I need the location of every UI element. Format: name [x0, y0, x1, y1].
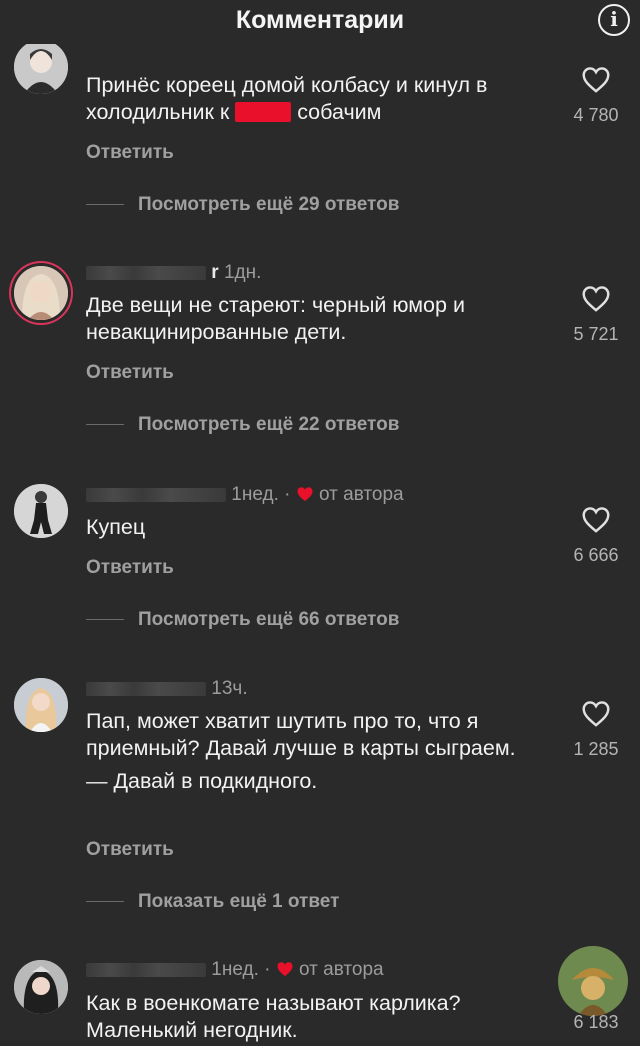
- like-button[interactable]: 1 285: [566, 700, 626, 760]
- avatar[interactable]: [14, 678, 68, 732]
- like-count: 1 285: [573, 739, 619, 759]
- reply-button[interactable]: Ответить: [86, 362, 174, 384]
- divider: [86, 204, 124, 206]
- reply-button[interactable]: Ответить: [86, 557, 174, 579]
- timestamp: 13ч.: [211, 678, 248, 699]
- comment-meta: 1нед. · от автора: [86, 484, 404, 506]
- author-liked-label: от автора: [299, 959, 384, 980]
- comment-meta: 1нед. · от автора: [86, 959, 384, 981]
- heart-filled-icon: [297, 487, 313, 502]
- comment-meta: 13ч.: [86, 678, 248, 700]
- timestamp: 1нед. ·: [211, 959, 271, 980]
- like-button[interactable]: 5 721: [566, 285, 626, 345]
- heart-outline-icon[interactable]: [581, 66, 611, 93]
- comment-text: Как в военкомате называют карлика? Мален…: [86, 991, 461, 1042]
- post-author-avatar[interactable]: [558, 946, 628, 1016]
- divider: [86, 424, 124, 426]
- comment-text: Пап, может хватит шутить про то, что я п…: [86, 709, 516, 793]
- timestamp: 1нед. ·: [231, 484, 291, 505]
- view-replies-button[interactable]: Посмотреть ещё 22 ответов: [86, 414, 399, 436]
- comment-text: Две вещи не стареют: черный юмор и невак…: [86, 293, 465, 344]
- username[interactable]: [86, 681, 206, 696]
- username[interactable]: [86, 962, 206, 977]
- like-count: 4 780: [573, 105, 619, 125]
- like-count: 5 721: [573, 324, 619, 344]
- reply-button[interactable]: Ответить: [86, 142, 174, 164]
- heart-outline-icon[interactable]: [581, 506, 611, 533]
- avatar[interactable]: [14, 960, 68, 1014]
- author-liked-label: от автора: [319, 484, 404, 505]
- like-button[interactable]: 4 780: [566, 66, 626, 126]
- avatar[interactable]: [14, 266, 68, 320]
- view-replies-button[interactable]: Показать ещё 1 ответ: [86, 891, 339, 913]
- info-icon[interactable]: i: [598, 4, 630, 36]
- redaction-mark: [235, 102, 292, 122]
- header: Комментарии i: [0, 0, 640, 44]
- heart-outline-icon[interactable]: [581, 700, 611, 727]
- comment-text: Купец: [86, 515, 146, 539]
- like-count: 6 183: [573, 1012, 619, 1032]
- heart-outline-icon[interactable]: [581, 285, 611, 312]
- divider: [86, 619, 124, 621]
- like-button[interactable]: 6 666: [566, 506, 626, 566]
- view-replies-button[interactable]: Посмотреть ещё 29 ответов: [86, 194, 399, 216]
- like-button[interactable]: 6 183: [566, 1012, 626, 1033]
- comment-meta: r 1дн.: [86, 262, 261, 284]
- view-replies-button[interactable]: Посмотреть ещё 66 ответов: [86, 609, 399, 631]
- reply-button[interactable]: Ответить: [86, 839, 174, 861]
- like-count: 6 666: [573, 545, 619, 565]
- heart-filled-icon: [277, 962, 293, 977]
- divider: [86, 901, 124, 903]
- comments-screen: Комментарии i Принёс кореец домой колбас…: [0, 0, 640, 1046]
- username[interactable]: [86, 487, 226, 502]
- username[interactable]: [86, 265, 206, 280]
- page-title: Комментарии: [235, 6, 405, 34]
- avatar[interactable]: [14, 484, 68, 538]
- avatar[interactable]: [14, 40, 68, 94]
- timestamp: 1дн.: [223, 262, 262, 283]
- comment-text: Принёс кореец домой колбасу и кинул в хо…: [86, 73, 488, 124]
